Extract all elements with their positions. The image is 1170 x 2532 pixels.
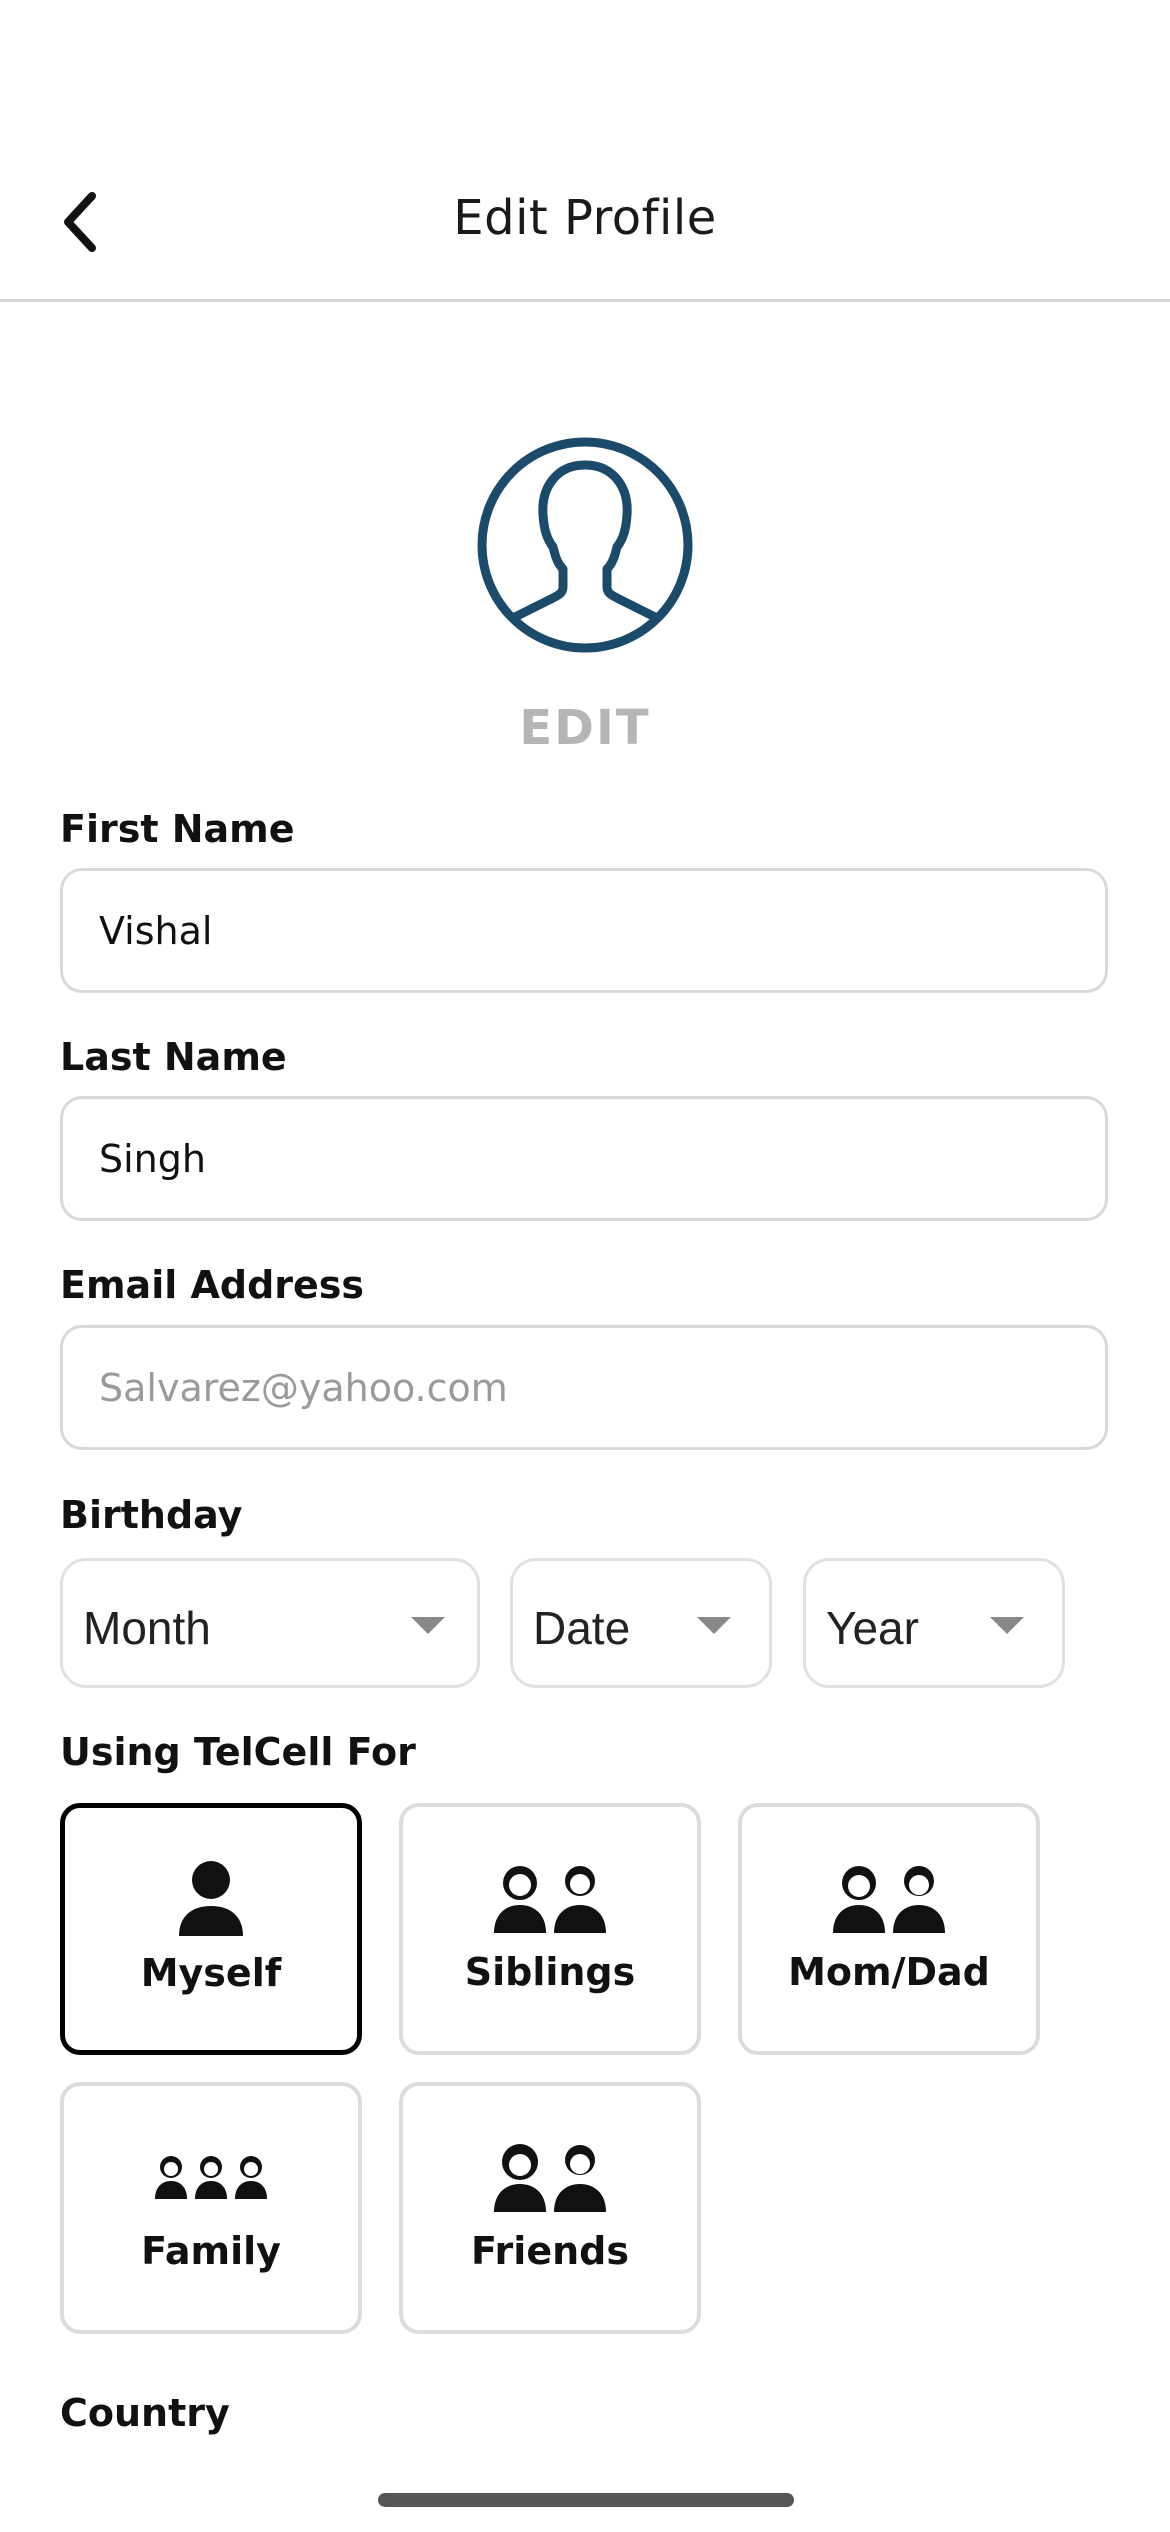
chevron-down-icon	[990, 1617, 1024, 1634]
first-name-input[interactable]	[60, 868, 1108, 993]
birth-year-select[interactable]: Year	[803, 1558, 1065, 1688]
email-label: Email Address	[60, 1263, 365, 1307]
family-icon	[155, 2156, 267, 2199]
usage-option-family[interactable]: Family	[60, 2082, 362, 2334]
country-label: Country	[60, 2391, 230, 2435]
chevron-down-icon	[697, 1617, 731, 1634]
last-name-input[interactable]	[60, 1096, 1108, 1221]
parents-icon	[833, 1866, 945, 1933]
usage-option-myself[interactable]: Myself	[60, 1803, 362, 2055]
edit-avatar-link[interactable]: EDIT	[0, 700, 1170, 756]
birthday-label: Birthday	[60, 1493, 243, 1537]
usage-option-label: Family	[141, 2229, 281, 2273]
header-bar: Edit Profile	[0, 0, 1170, 302]
usage-option-mom-dad[interactable]: Mom/Dad	[738, 1803, 1040, 2055]
first-name-label: First Name	[60, 807, 295, 851]
usage-option-label: Siblings	[464, 1950, 636, 1994]
usage-option-siblings[interactable]: Siblings	[399, 1803, 701, 2055]
home-indicator[interactable]	[378, 2493, 794, 2507]
birth-month-select[interactable]: Month	[60, 1558, 480, 1688]
page-title: Edit Profile	[453, 190, 717, 246]
usage-option-friends[interactable]: Friends	[399, 2082, 701, 2334]
siblings-icon	[494, 1866, 606, 1933]
usage-option-label: Mom/Dad	[788, 1950, 990, 1994]
avatar[interactable]	[475, 435, 695, 655]
last-name-label: Last Name	[60, 1035, 287, 1079]
usage-label: Using TelCell For	[60, 1730, 416, 1774]
single-person-icon	[179, 1861, 243, 1936]
friends-icon	[494, 2144, 606, 2212]
chevron-down-icon	[411, 1617, 445, 1634]
birth-year-value: Year	[826, 1602, 919, 1654]
user-avatar-icon	[477, 437, 693, 653]
birth-date-select[interactable]: Date	[510, 1558, 772, 1688]
email-input[interactable]	[60, 1325, 1108, 1450]
birth-date-value: Date	[533, 1602, 631, 1654]
birth-month-value: Month	[83, 1602, 211, 1654]
usage-option-label: Myself	[140, 1951, 282, 1995]
usage-option-label: Friends	[471, 2229, 629, 2273]
